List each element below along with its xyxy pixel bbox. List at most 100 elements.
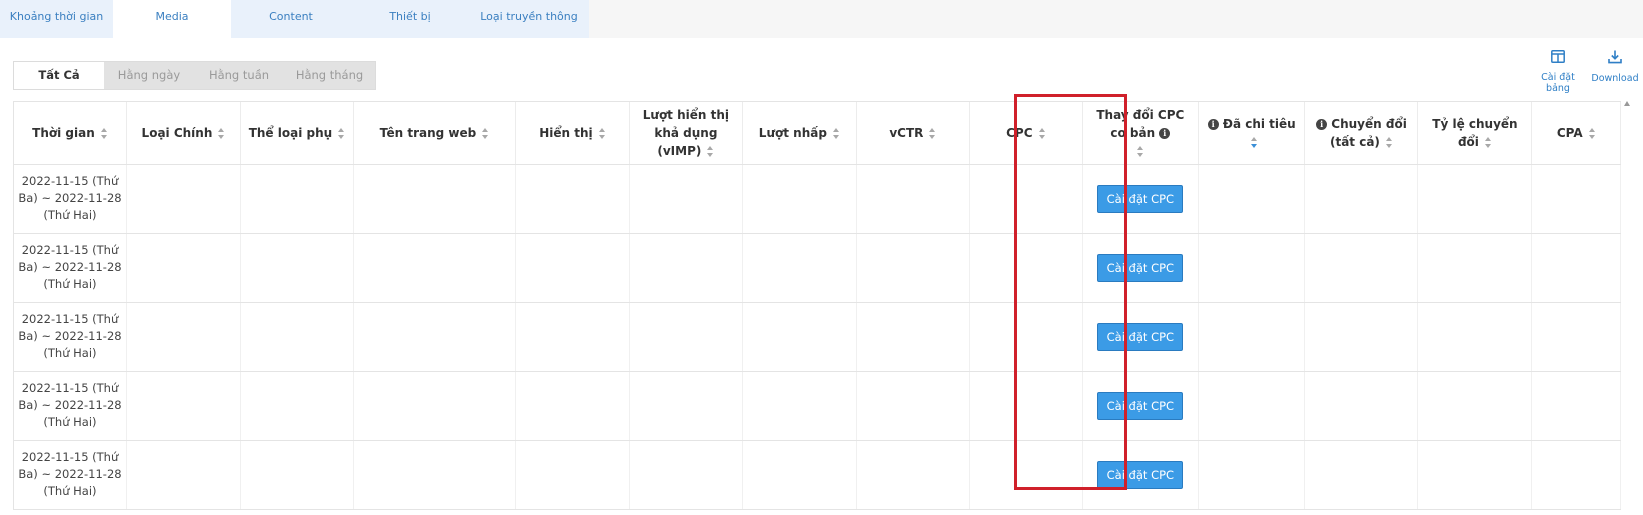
sort-icon[interactable] (218, 127, 225, 139)
cell-empty (515, 233, 630, 303)
sort-icon[interactable] (1038, 127, 1046, 139)
column-header-ty-le-chuyen-doi[interactable]: Tỷ lệ chuyển đổi (1417, 102, 1533, 165)
cell-empty (353, 302, 516, 372)
sort-icon[interactable] (1251, 136, 1258, 148)
cell-empty (126, 371, 241, 441)
cell-empty (969, 371, 1083, 441)
cell-empty (1531, 302, 1621, 372)
column-header-thoi-gian[interactable]: Thời gian (13, 102, 127, 165)
table-layout-icon (1528, 50, 1588, 66)
cell-empty (1304, 302, 1419, 372)
tab-content[interactable]: Content (231, 0, 351, 38)
cell-empty (1304, 164, 1419, 234)
cell-empty (515, 302, 630, 372)
cell-empty (1417, 440, 1533, 510)
column-header-da-chi-tieu[interactable]: i Đã chi tiêu (1198, 102, 1306, 165)
table-settings-button[interactable]: Cài đặt bảng (1528, 50, 1588, 94)
cell-time: 2022-11-15 (Thứ Ba) ~ 2022-11-28 (Thứ Ha… (13, 164, 127, 234)
column-label: vCTR (889, 125, 924, 140)
cpc-setting-button[interactable]: Cài đặt CPC (1097, 253, 1184, 282)
cell-empty (856, 233, 970, 303)
cell-empty (1198, 440, 1306, 510)
cell-cpc-setting: Cài đặt CPC (1082, 164, 1199, 234)
info-icon[interactable]: i (1159, 127, 1171, 139)
cell-empty (969, 302, 1083, 372)
sort-icon[interactable] (1136, 145, 1144, 157)
cell-empty (1531, 371, 1621, 441)
cpc-setting-button[interactable]: Cài đặt CPC (1097, 460, 1184, 489)
cell-empty (240, 164, 354, 234)
period-daily-button[interactable]: Hằng ngày (104, 62, 194, 89)
cell-empty (240, 371, 354, 441)
cell-empty (856, 371, 970, 441)
cell-empty (1304, 440, 1419, 510)
column-header-cpc[interactable]: CPC (969, 102, 1083, 165)
column-header-the-loai-phu[interactable]: Thể loại phụ (240, 102, 354, 165)
sort-icon[interactable] (1484, 136, 1492, 148)
cell-empty (856, 164, 970, 234)
cell-empty (240, 440, 354, 510)
sort-icon[interactable] (832, 127, 840, 139)
sort-icon[interactable] (338, 127, 345, 139)
column-header-thay-doi-cpc[interactable]: Thay đổi CPC cơ bản i (1082, 102, 1199, 165)
column-header-vctr[interactable]: vCTR (856, 102, 970, 165)
tab-media[interactable]: Media (113, 0, 231, 38)
cell-empty (240, 233, 354, 303)
period-selector: Tất Cả Hằng ngày Hằng tuần Hằng tháng (13, 61, 376, 90)
sort-icon[interactable] (1588, 127, 1596, 139)
column-header-luot-nhap[interactable]: Lượt nhấp (742, 102, 857, 165)
sort-icon[interactable] (482, 127, 489, 139)
tab-khoang-thoi-gian[interactable]: Khoảng thời gian (0, 0, 113, 38)
sort-icon[interactable] (707, 145, 714, 157)
table-row: 2022-11-15 (Thứ Ba) ~ 2022-11-28 (Thứ Ha… (13, 371, 1621, 441)
table-row: 2022-11-15 (Thứ Ba) ~ 2022-11-28 (Thứ Ha… (13, 233, 1621, 303)
column-header-chuyen-doi[interactable]: i Chuyển đổi (tất cả) (1304, 102, 1419, 165)
scroll-up-arrow-icon[interactable] (1624, 101, 1630, 106)
table-settings-label: Cài đặt bảng (1541, 72, 1575, 94)
cell-empty (629, 233, 743, 303)
cell-cpc-setting: Cài đặt CPC (1082, 233, 1199, 303)
info-icon[interactable]: i (1316, 118, 1328, 130)
tab-loai-truyen-thong[interactable]: Loại truyền thông (469, 0, 589, 38)
sort-icon[interactable] (1385, 136, 1393, 148)
table-row: 2022-11-15 (Thứ Ba) ~ 2022-11-28 (Thứ Ha… (13, 440, 1621, 510)
period-all-button[interactable]: Tất Cả (14, 62, 104, 89)
column-header-vimp[interactable]: Lượt hiển thị khả dụng (vIMP) (629, 102, 743, 165)
cell-empty (1531, 164, 1621, 234)
report-dimension-tabs: Khoảng thời gian Media Content Thiết bị … (0, 0, 1643, 38)
download-button[interactable]: Download (1590, 50, 1640, 84)
column-header-ten-trang-web[interactable]: Tên trang web (353, 102, 516, 165)
cell-cpc-setting: Cài đặt CPC (1082, 302, 1199, 372)
cell-empty (856, 302, 970, 372)
cell-empty (126, 440, 241, 510)
column-header-cpa[interactable]: CPA (1531, 102, 1621, 165)
column-label: Đã chi tiêu (1222, 116, 1296, 131)
cell-empty (1417, 371, 1533, 441)
column-label: Lượt nhấp (758, 125, 827, 140)
cpc-setting-button[interactable]: Cài đặt CPC (1097, 184, 1184, 213)
column-header-hien-thi[interactable]: Hiển thị (515, 102, 630, 165)
cell-empty (1304, 371, 1419, 441)
cell-empty (969, 164, 1083, 234)
tab-thiet-bi[interactable]: Thiết bị (351, 0, 469, 38)
cpc-setting-button[interactable]: Cài đặt CPC (1097, 322, 1184, 351)
sort-icon[interactable] (929, 127, 936, 139)
cell-empty (126, 302, 241, 372)
column-header-loai-chinh[interactable]: Loại Chính (126, 102, 241, 165)
period-monthly-button[interactable]: Hằng tháng (284, 62, 375, 89)
cell-empty (1531, 440, 1621, 510)
sort-icon[interactable] (100, 127, 108, 139)
cell-empty (629, 440, 743, 510)
cell-empty (1198, 302, 1306, 372)
sort-icon[interactable] (598, 127, 606, 139)
cell-empty (1417, 164, 1533, 234)
cell-empty (353, 371, 516, 441)
column-label: Loại Chính (141, 125, 213, 140)
period-weekly-button[interactable]: Hằng tuần (194, 62, 284, 89)
cpc-setting-button[interactable]: Cài đặt CPC (1097, 391, 1184, 420)
info-icon[interactable]: i (1207, 118, 1219, 130)
cell-empty (629, 164, 743, 234)
cell-empty (969, 233, 1083, 303)
cell-empty (1198, 371, 1306, 441)
column-label: Tên trang web (379, 125, 477, 140)
